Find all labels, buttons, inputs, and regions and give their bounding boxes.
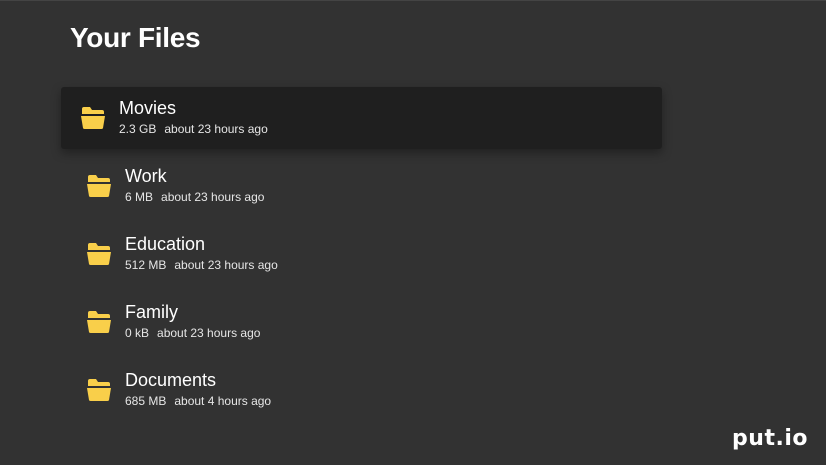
file-meta: 685 MB about 4 hours ago [125, 394, 271, 409]
folder-icon [87, 243, 111, 265]
file-name: Education [125, 234, 206, 254]
file-text: Work 6 MB about 23 hours ago [125, 165, 264, 205]
folder-icon [87, 175, 111, 197]
folder-icon [87, 379, 111, 401]
file-size: 512 MB [125, 258, 167, 272]
file-meta: 512 MB about 23 hours ago [125, 258, 278, 273]
file-size: 0 kB [125, 326, 150, 340]
page-title: Your Files [70, 22, 201, 53]
file-row-family[interactable]: Family 0 kB about 23 hours ago [67, 291, 668, 353]
file-text: Education 512 MB about 23 hours ago [125, 233, 278, 273]
folder-icon [87, 311, 111, 333]
file-modified: about 23 hours ago [164, 122, 268, 136]
folder-icon [81, 107, 105, 129]
file-size: 6 MB [125, 190, 154, 204]
file-text: Family 0 kB about 23 hours ago [125, 301, 260, 341]
file-text: Movies 2.3 GB about 23 hours ago [119, 97, 268, 137]
file-name: Documents [125, 370, 217, 390]
file-name: Family [125, 302, 178, 322]
file-meta: 0 kB about 23 hours ago [125, 326, 260, 341]
file-row-documents[interactable]: Documents 685 MB about 4 hours ago [67, 359, 668, 421]
file-row-work[interactable]: Work 6 MB about 23 hours ago [67, 155, 668, 217]
file-modified: about 4 hours ago [174, 394, 272, 408]
file-meta: 6 MB about 23 hours ago [125, 190, 264, 205]
file-row-movies[interactable]: Movies 2.3 GB about 23 hours ago [61, 87, 662, 149]
file-modified: about 23 hours ago [161, 190, 265, 204]
file-name: Movies [119, 98, 177, 118]
file-size: 2.3 GB [119, 122, 157, 136]
putio-logo: put.io [732, 426, 808, 451]
file-modified: about 23 hours ago [174, 258, 278, 272]
file-list: Movies 2.3 GB about 23 hours ago Work 6 M… [61, 87, 662, 427]
file-row-education[interactable]: Education 512 MB about 23 hours ago [67, 223, 668, 285]
file-size: 685 MB [125, 394, 167, 408]
top-border [0, 0, 826, 1]
file-meta: 2.3 GB about 23 hours ago [119, 122, 268, 137]
file-modified: about 23 hours ago [157, 326, 261, 340]
file-name: Work [125, 166, 167, 186]
file-text: Documents 685 MB about 4 hours ago [125, 369, 271, 409]
